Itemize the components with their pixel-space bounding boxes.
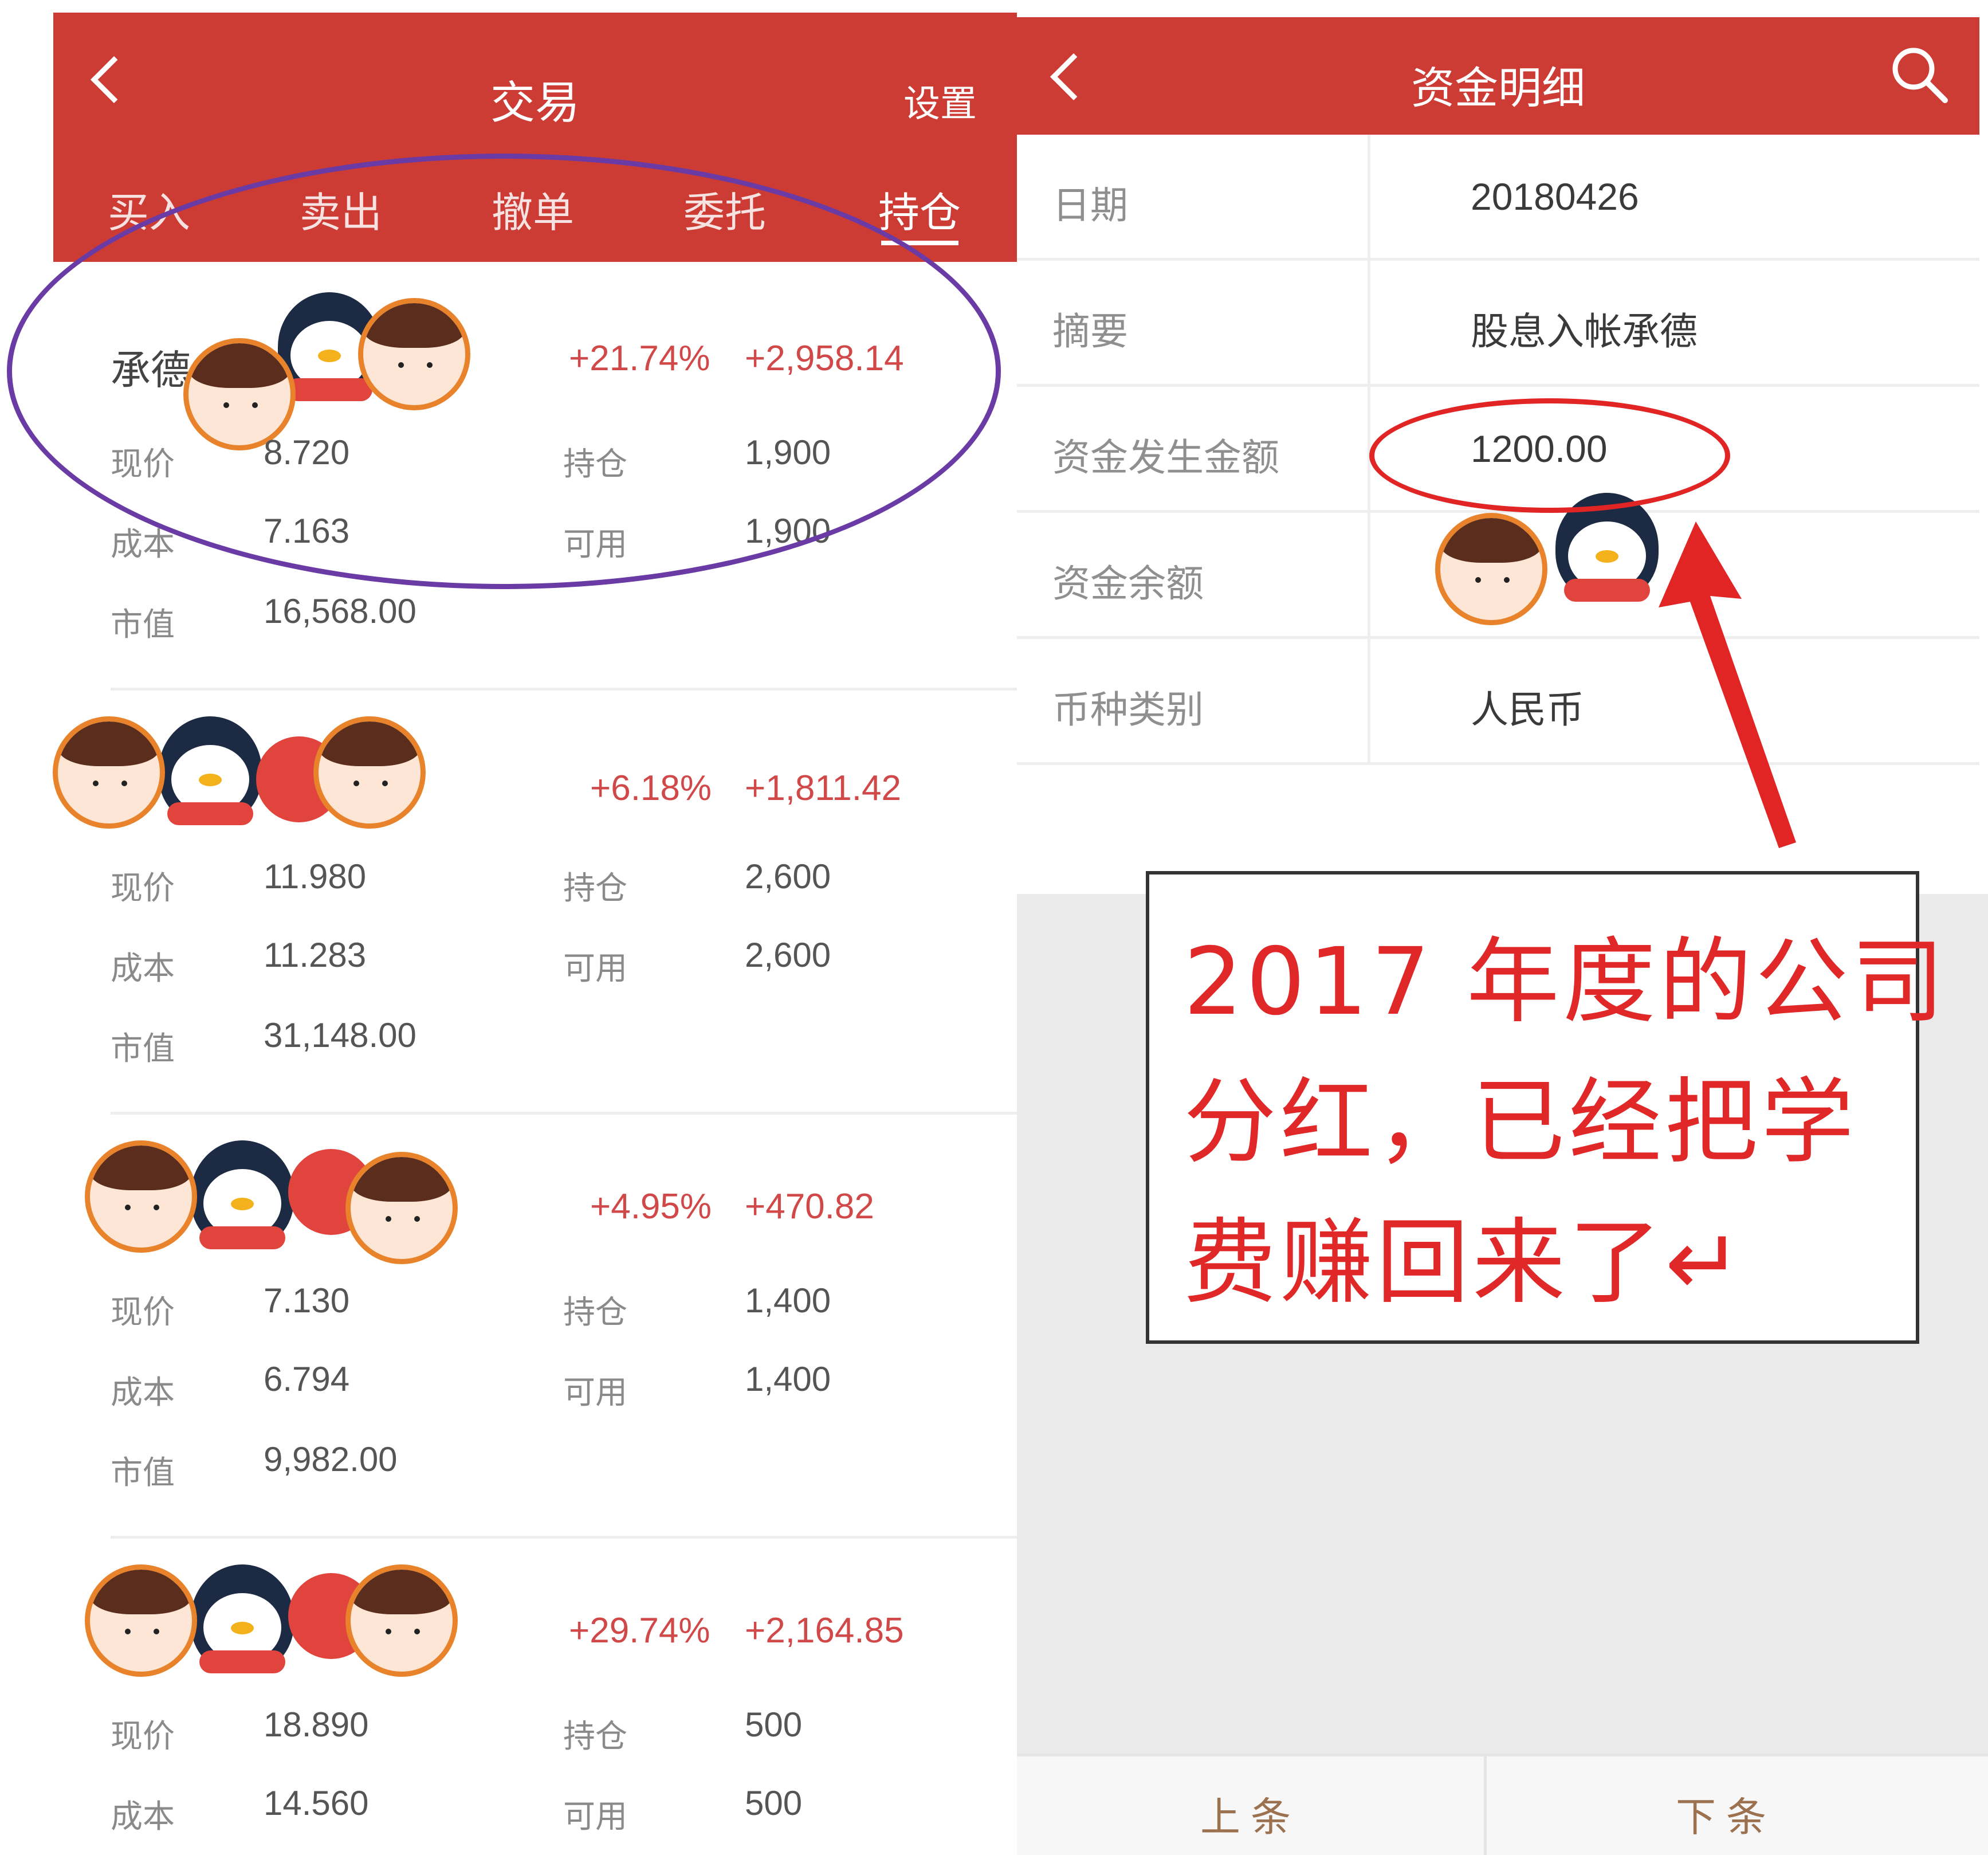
page-title: 交易 [490,77,580,128]
trade-screen: 交易 设置 买入 卖出 撤单 委托 持仓 承德 +21.74% +2,958.1… [0,0,1017,1855]
price-label: 现价 [111,870,175,906]
holding-label: 持仓 [563,870,627,906]
annotation-line: 2017 年度的公司 [1184,928,1948,1036]
row-value: 人民币 [1471,688,1584,731]
fund-detail-header: 资金明细 [1017,17,1979,135]
market-value-label: 市值 [111,606,175,642]
row-value: 股息入帐承德 [1471,310,1698,352]
prev-record-button[interactable]: 上条 [1200,1785,1301,1843]
profit-percent: +29.74% [569,1611,710,1650]
footer-divider [1484,1756,1487,1855]
cost-value: 6.794 [264,1360,350,1398]
divider [111,1112,1017,1115]
holding-value: 2,600 [745,857,831,896]
holding-label: 持仓 [563,1294,627,1330]
row-value: 20180426 [1471,175,1639,218]
scarf-decoration [199,1650,285,1673]
page-title: 资金明细 [1411,64,1585,113]
tab-positions[interactable]: 持仓 [878,179,961,239]
price-value: 11.980 [264,857,367,896]
available-value: 500 [745,1784,803,1822]
child-face-sticker [53,716,165,829]
holding-label: 持仓 [563,1718,627,1754]
available-label: 可用 [563,1798,627,1834]
row-label: 摘要 [1052,310,1128,352]
detail-row-date: 日期 20180426 [1017,135,1979,261]
profit-amount: +1,811.42 [745,768,901,808]
available-value: 1,400 [745,1360,831,1398]
cost-label: 成本 [111,1374,175,1410]
available-label: 可用 [563,950,627,986]
cost-value: 11.283 [264,936,367,974]
row-label: 资金发生金额 [1052,436,1279,479]
row-label: 币种类别 [1052,688,1204,731]
annotation-box: 2017 年度的公司 分红，已经把学 费赚回来了↵ [1146,871,1944,1344]
sticker-overlay [53,716,431,831]
child-face-sticker [345,1564,458,1677]
profit-amount: +2,164.85 [745,1611,904,1650]
market-value-label: 市值 [111,1030,175,1066]
annotation-line: 费赚回来了↵ [1184,1209,1746,1317]
next-record-button[interactable]: 下条 [1676,1785,1777,1843]
arrow-icon [1659,521,1796,848]
child-face-sticker [345,1152,458,1264]
divider [111,1536,1017,1539]
child-face-sticker [85,1564,197,1677]
detail-row-currency: 币种类别 人民币 [1017,639,1979,765]
price-label: 现价 [111,1718,175,1754]
price-value: 18.890 [264,1705,369,1744]
scarf-decoration [1564,579,1650,602]
market-value-label: 市值 [111,1454,175,1491]
row-label: 资金余额 [1052,562,1204,605]
child-face-sticker [313,716,426,829]
cost-label: 成本 [111,1798,175,1834]
settings-button[interactable]: 设置 [903,74,977,127]
child-face-sticker [85,1140,197,1253]
profit-amount: +470.82 [745,1187,874,1226]
market-value-value: 16,568.00 [264,592,417,630]
detail-footer: 上条 下条 [1017,1754,1988,1855]
cost-label: 成本 [111,950,175,986]
annotation-line: 分红，已经把学 [1184,1069,1857,1176]
profit-percent: +6.18% [590,768,712,808]
amount-highlight-ellipse [1369,398,1730,513]
market-value-value: 31,148.00 [264,1016,417,1054]
scarf-decoration [199,1226,285,1249]
row-label: 日期 [1052,184,1128,226]
fund-detail-screen: 资金明细 日期 20180426 摘要 股息入帐承德 资金发生金额 1200.0… [1017,0,1988,1855]
holding-value: 1,400 [745,1281,831,1320]
market-value-value: 9,982.00 [264,1440,398,1478]
sticker-overlay [85,1564,463,1679]
holding-value: 500 [745,1705,803,1744]
price-label: 现价 [111,1294,175,1330]
highlight-ellipse [7,154,1001,589]
scarf-decoration [167,802,253,825]
divider [111,688,1017,691]
detail-row-summary: 摘要 股息入帐承德 [1017,261,1979,387]
available-label: 可用 [563,1374,627,1410]
price-value: 7.130 [264,1281,350,1320]
cost-value: 14.560 [264,1784,369,1822]
sticker-overlay [85,1140,463,1264]
search-icon[interactable] [1888,43,1951,106]
child-face-sticker [1435,513,1547,625]
profit-percent: +4.95% [590,1187,712,1226]
available-value: 2,600 [745,936,831,974]
